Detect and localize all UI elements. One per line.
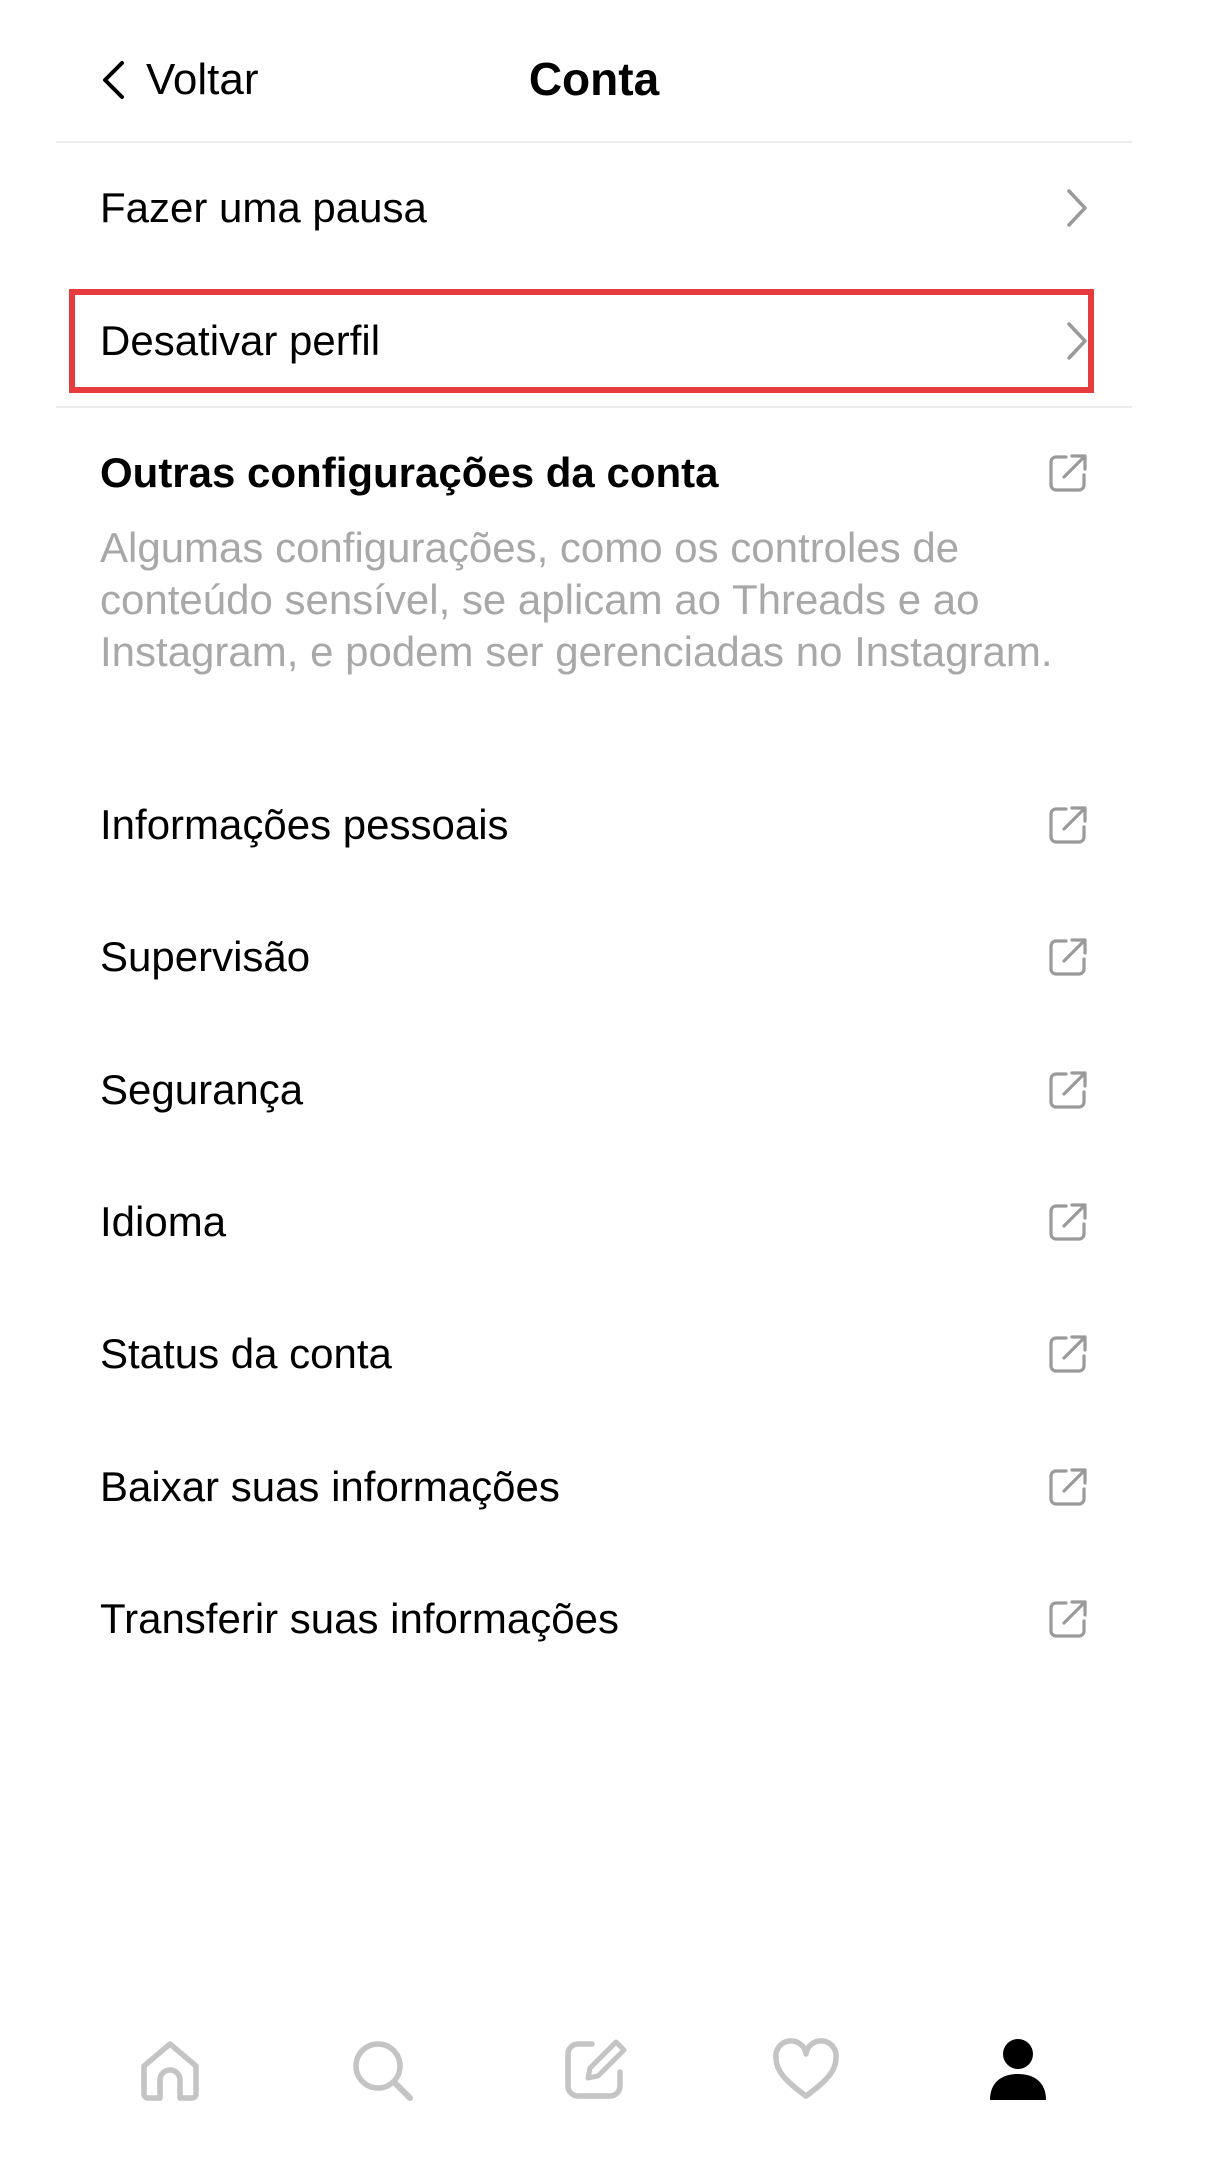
bottom-tab-bar	[56, 2000, 1132, 2130]
menu-item-transfer-info[interactable]: Transferir suas informações	[100, 1574, 1090, 1664]
menu-item-account-status[interactable]: Status da conta	[100, 1309, 1090, 1399]
menu-item-label: Fazer uma pausa	[100, 184, 427, 231]
external-link-icon	[1046, 1332, 1090, 1376]
page-title: Conta	[528, 53, 660, 105]
external-link-icon	[1046, 803, 1090, 847]
menu-item-personal-info[interactable]: Informações pessoais	[100, 780, 1090, 870]
menu-item-supervision[interactable]: Supervisão	[100, 912, 1090, 1002]
external-link-icon	[1046, 451, 1090, 495]
tab-activity[interactable]	[764, 2028, 848, 2112]
profile-icon	[990, 2039, 1046, 2100]
menu-item-deactivate-profile[interactable]: Desativar perfil	[100, 296, 1090, 386]
compose-icon	[565, 2039, 627, 2099]
menu-item-label: Idioma	[100, 1198, 227, 1245]
tab-search[interactable]	[340, 2028, 424, 2112]
external-link-icon	[1046, 1465, 1090, 1509]
external-link-icon	[1046, 1068, 1090, 1112]
header-bar: Voltar Conta	[56, 0, 1132, 143]
tab-compose[interactable]	[552, 2028, 636, 2112]
section-divider	[56, 406, 1132, 408]
search-icon	[353, 2041, 413, 2101]
heart-icon	[773, 2038, 839, 2099]
menu-item-label: Baixar suas informações	[100, 1463, 560, 1510]
external-link-icon	[1046, 935, 1090, 979]
menu-item-label: Segurança	[100, 1066, 304, 1113]
menu-item-label: Supervisão	[100, 933, 311, 980]
menu-item-language[interactable]: Idioma	[100, 1177, 1090, 1267]
menu-item-security[interactable]: Segurança	[100, 1045, 1090, 1135]
section-description: Algumas configurações, como os controles…	[100, 524, 1053, 675]
tab-home[interactable]	[128, 2028, 212, 2112]
menu-item-label: Status da conta	[100, 1330, 392, 1377]
menu-item-label: Informações pessoais	[100, 801, 509, 848]
chevron-right-icon	[1064, 320, 1090, 362]
section-title: Outras configurações da conta	[100, 449, 719, 496]
menu-item-label: Transferir suas informações	[100, 1595, 619, 1642]
home-icon	[141, 2041, 199, 2101]
menu-item-label: Desativar perfil	[100, 317, 381, 364]
menu-item-pause[interactable]: Fazer uma pausa	[100, 163, 1090, 253]
external-link-icon	[1046, 1200, 1090, 1244]
external-link-icon	[1046, 1597, 1090, 1641]
other-settings-header[interactable]: Outras configurações da conta	[100, 428, 1090, 518]
chevron-right-icon	[1064, 187, 1090, 229]
menu-item-download-info[interactable]: Baixar suas informações	[100, 1442, 1090, 1532]
tab-profile[interactable]	[976, 2028, 1060, 2112]
